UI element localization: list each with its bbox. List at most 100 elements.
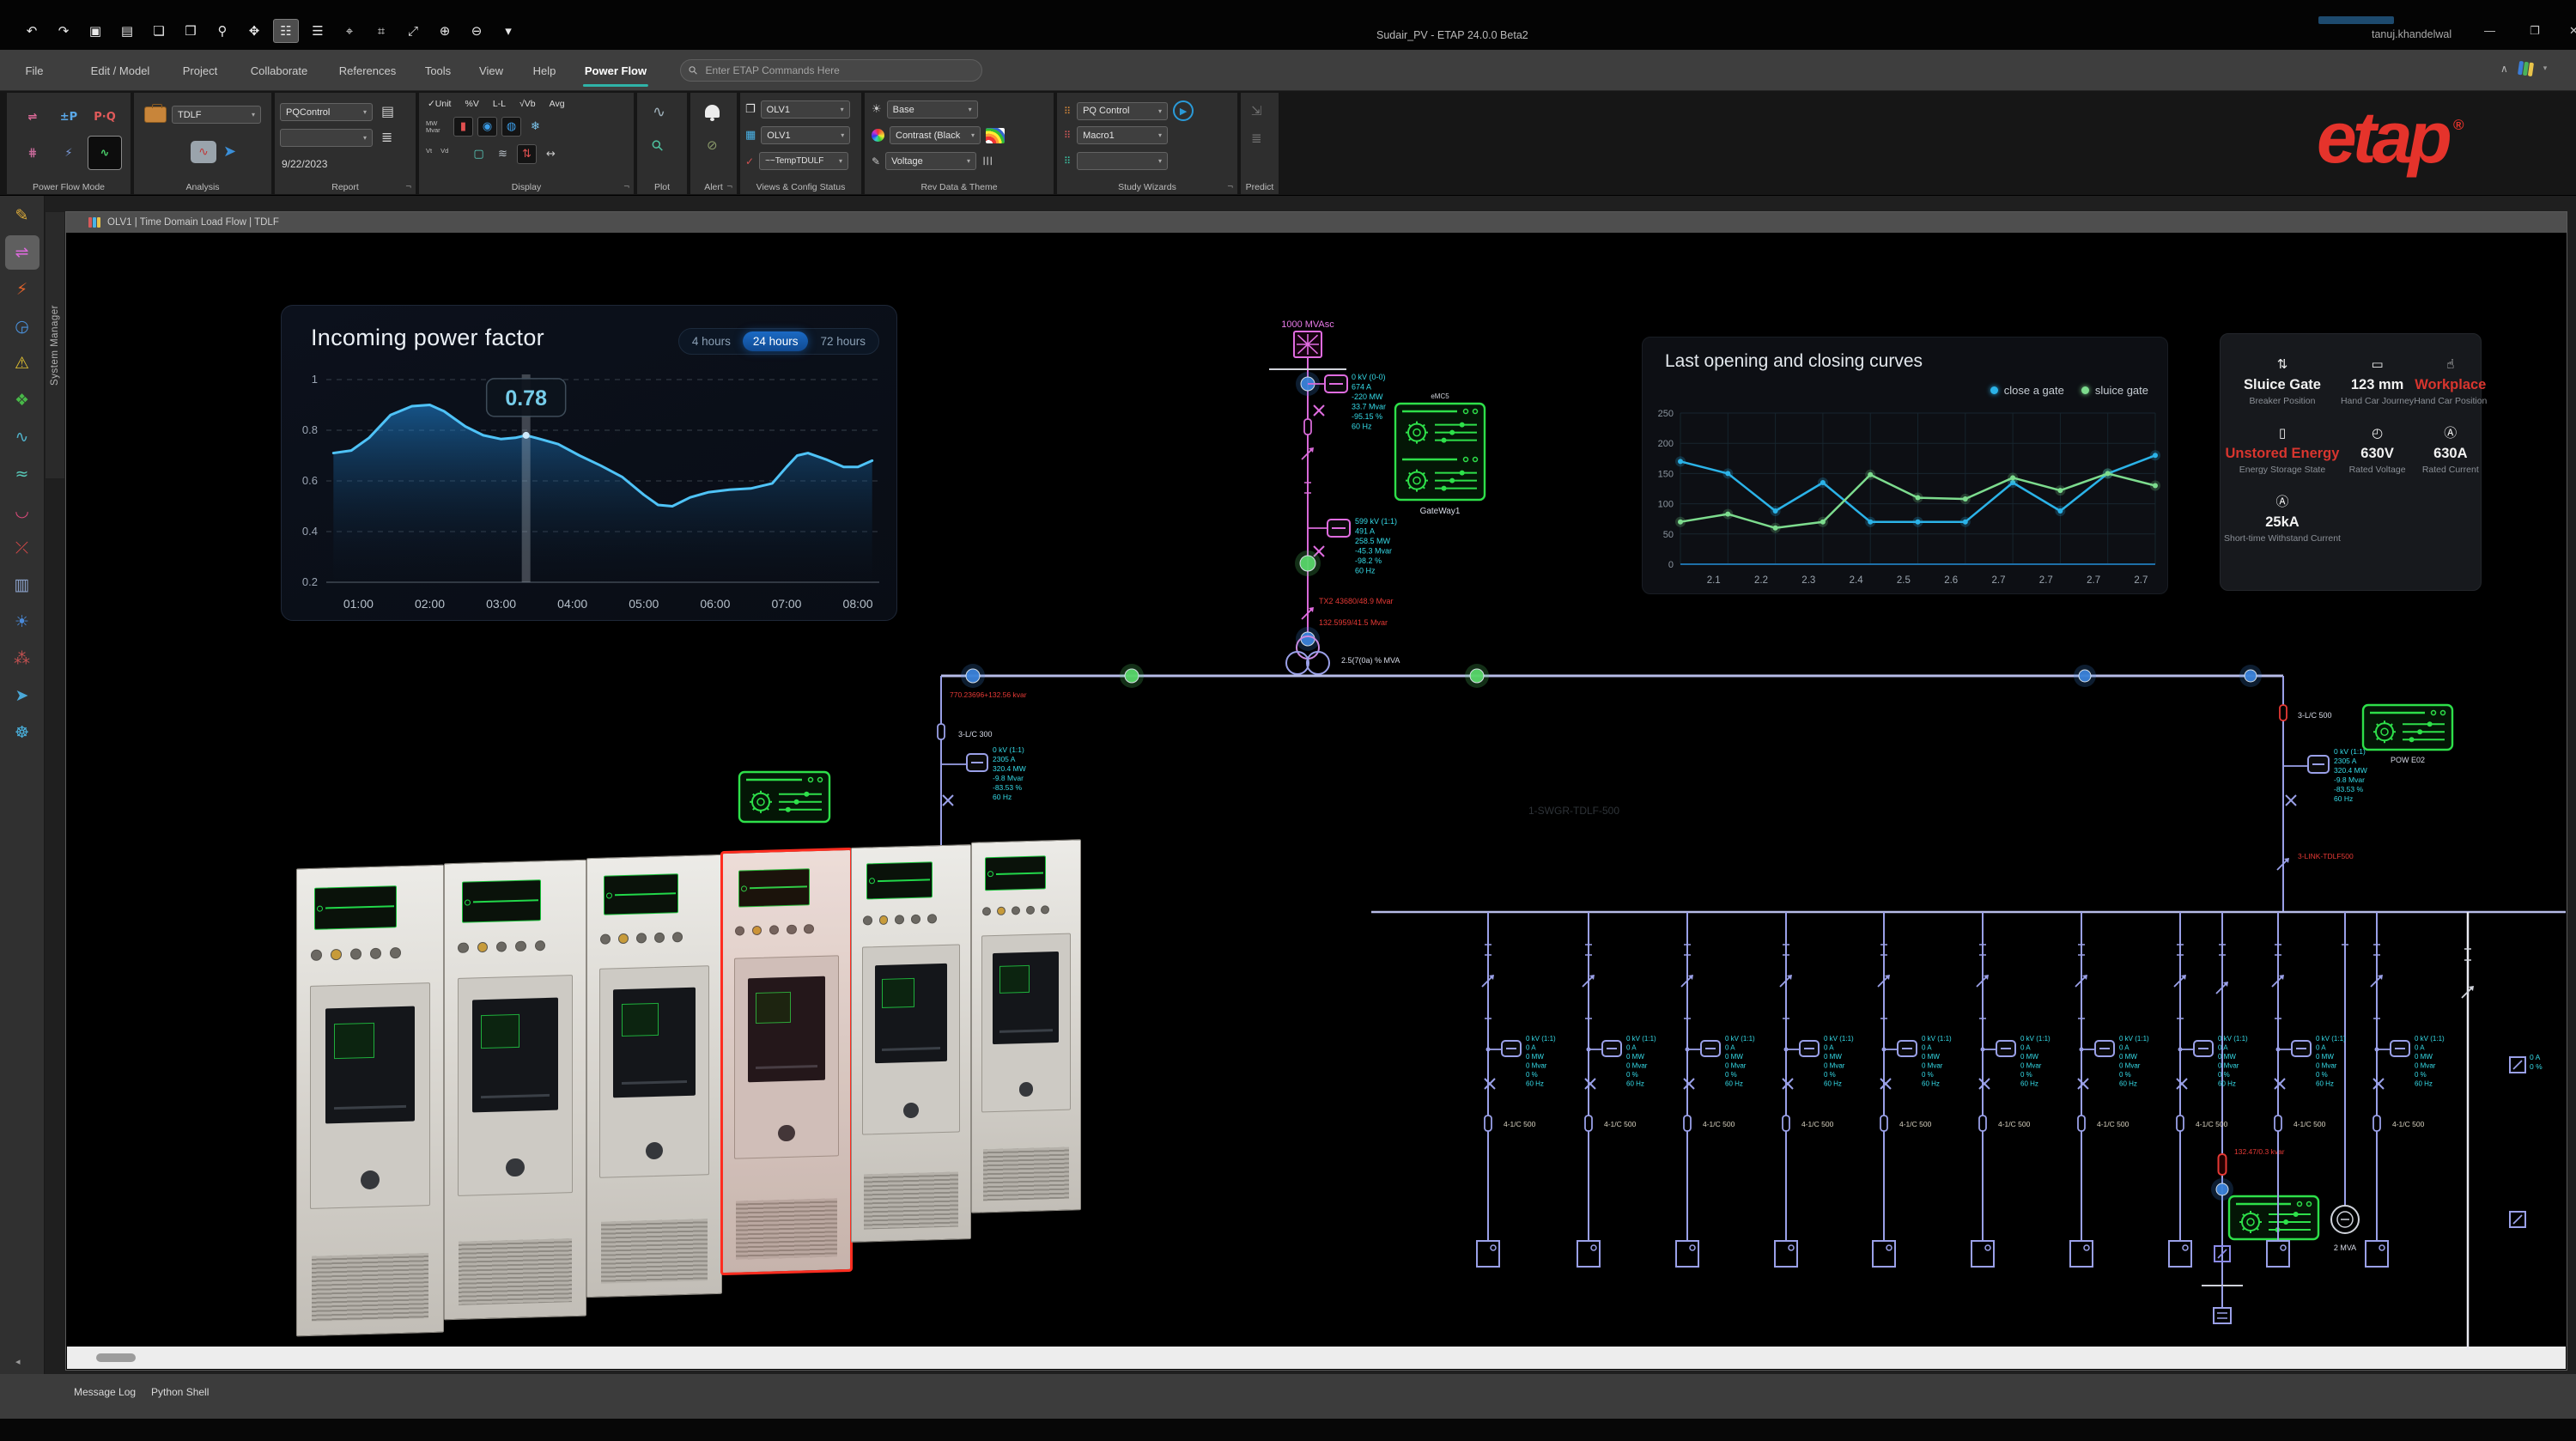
trace-icon[interactable]: ⌖ xyxy=(337,19,362,43)
time-domain-load-flow-icon[interactable]: ∿ xyxy=(88,136,122,170)
menu-tools[interactable]: Tools xyxy=(420,50,456,91)
menu-project[interactable]: Project xyxy=(178,50,222,91)
sidebar-item-arc-flash[interactable]: ◶ xyxy=(5,309,39,344)
grid-display-icon[interactable]: ❄ xyxy=(526,117,545,137)
report-alt-dropdown[interactable]: ▾ xyxy=(280,129,373,147)
sidebar-item-reliability[interactable]: ⤫ xyxy=(5,531,39,565)
unbalanced-load-flow-icon[interactable]: ±P xyxy=(52,100,86,134)
power-flow-display-icon[interactable]: ◉ xyxy=(477,117,497,137)
window-display-icon[interactable]: ▢ xyxy=(469,144,489,164)
wizard3-dropdown[interactable]: ▾ xyxy=(1077,152,1168,170)
sidebar-item-emobility[interactable]: ➤ xyxy=(5,678,39,713)
predict-trend-icon[interactable]: ⇲ xyxy=(1251,103,1262,119)
arrows-display-icon[interactable]: ⇅ xyxy=(517,144,537,164)
pan-icon[interactable]: ✥ xyxy=(241,19,267,43)
mode-dropdown[interactable]: Voltage▾ xyxy=(885,152,976,170)
plot-zoom-icon[interactable]: ⚲ xyxy=(648,137,668,156)
predict-list-icon[interactable]: ≣ xyxy=(1251,131,1262,146)
status-tab-message-log[interactable]: Message Log xyxy=(74,1386,136,1398)
display-toggle-3[interactable]: √Vb xyxy=(519,99,536,109)
collapse-ribbon-icon[interactable]: ∧ xyxy=(2500,63,2508,75)
sidebar-item-contingency[interactable]: ❖ xyxy=(5,383,39,417)
status-tab-python-shell[interactable]: Python Shell xyxy=(151,1386,209,1398)
sidebar-item-harmonics[interactable]: ⚠ xyxy=(5,346,39,380)
more-icon[interactable]: ▾ xyxy=(495,19,521,43)
menu-references[interactable]: References xyxy=(334,50,401,91)
command-input[interactable] xyxy=(704,64,953,77)
config-dropdown[interactable]: OLV1▾ xyxy=(761,126,850,144)
close-button[interactable]: ✕ xyxy=(2569,24,2576,38)
base-rev-dropdown[interactable]: Base▾ xyxy=(887,100,978,119)
menu-collaborate[interactable]: Collaborate xyxy=(246,50,313,91)
abc-sequence-icon[interactable]: ⋕ xyxy=(15,136,50,170)
help-fan-icon[interactable] xyxy=(2518,61,2534,76)
sidebar-item-network-study[interactable]: ⁂ xyxy=(5,641,39,676)
transfer-icon[interactable]: ➤ xyxy=(223,143,236,161)
menu-file[interactable]: File xyxy=(21,50,49,91)
rainbow-icon[interactable] xyxy=(986,128,1005,143)
ripple-display-icon[interactable]: ≋ xyxy=(493,144,513,164)
horizontal-scrollbar[interactable] xyxy=(67,1347,2566,1369)
sidebar-item-renewables[interactable]: ☀ xyxy=(5,605,39,639)
canvas-tab[interactable]: OLV1 | Time Domain Load Flow | TDLF xyxy=(66,212,2567,233)
alert-bell-icon[interactable] xyxy=(705,105,720,118)
sidebar-item-stability[interactable]: ≈ xyxy=(5,457,39,491)
calculator-icon[interactable]: ⌗ xyxy=(368,19,394,43)
undo-icon[interactable]: ↶ xyxy=(19,19,45,43)
alert-mute-icon[interactable]: ⊘ xyxy=(707,137,718,153)
sidebar-item-load-flow[interactable]: ⇌ xyxy=(5,235,39,270)
range-tab-24-hours[interactable]: 24 hours xyxy=(743,331,809,351)
display-toggle-2[interactable]: L-L xyxy=(493,99,506,109)
flow-direction-icon[interactable]: ◍ xyxy=(501,117,521,137)
report-save-icon[interactable]: ▤ xyxy=(381,103,394,119)
report-format-dropdown[interactable]: PQControl▾ xyxy=(280,103,373,121)
command-box[interactable]: ⚲ xyxy=(680,59,982,82)
run-analysis-icon[interactable]: ∿ xyxy=(191,141,216,163)
new-document-icon[interactable]: ❏ xyxy=(146,19,172,43)
bars-icon[interactable]: ☰ xyxy=(980,156,993,167)
balanced-load-flow-icon[interactable]: ⇌ xyxy=(15,100,50,134)
plot-curves-icon[interactable]: ∿ xyxy=(653,103,665,121)
revision-dropdown[interactable]: ~~TempTDULF▾ xyxy=(759,152,848,170)
menu-power-flow[interactable]: Power Flow xyxy=(580,50,652,91)
wizard2-dropdown[interactable]: Macro1▾ xyxy=(1077,126,1168,144)
range-tab-4-hours[interactable]: 4 hours xyxy=(682,331,741,351)
display-toggle-1[interactable]: %V xyxy=(465,99,478,109)
wizard1-dropdown[interactable]: PQ Control▾ xyxy=(1077,102,1168,120)
find-icon[interactable]: ⚲ xyxy=(210,19,235,43)
redo-icon[interactable]: ↷ xyxy=(51,19,76,43)
sidebar-collapse-icon[interactable]: ◂ xyxy=(15,1356,21,1367)
menu-edit-model[interactable]: Edit / Model xyxy=(86,50,155,91)
time-series-icon[interactable]: ⚡ xyxy=(52,136,86,170)
theme-dropdown[interactable]: Contrast (Black▾ xyxy=(890,126,981,144)
voltage-drop-icon[interactable]: P·Q xyxy=(88,100,122,134)
one-line-diagram-icon[interactable]: ☷ xyxy=(273,19,299,43)
range-tab-72-hours[interactable]: 72 hours xyxy=(810,331,876,351)
menu-help[interactable]: Help xyxy=(528,50,562,91)
report-pages-icon[interactable]: ≣ xyxy=(381,129,392,145)
menu-view[interactable]: View xyxy=(474,50,508,91)
run-wizard-icon[interactable]: ▶ xyxy=(1173,100,1194,121)
display-toggle-4[interactable]: Avg xyxy=(550,99,565,109)
print-icon[interactable]: ▤ xyxy=(114,19,140,43)
voltage-alert-icon[interactable]: ▮ xyxy=(453,117,473,137)
study-case-icon[interactable] xyxy=(144,106,167,123)
scrollbar-thumb[interactable] xyxy=(96,1353,136,1362)
grid-rows-icon[interactable]: ☰ xyxy=(305,19,331,43)
fit-to-screen-icon[interactable]: ⤢ xyxy=(400,19,426,43)
save-icon[interactable]: ▣ xyxy=(82,19,108,43)
chevron-down-icon[interactable]: ▾ xyxy=(2543,64,2548,73)
open-folder-icon[interactable]: ❒ xyxy=(178,19,204,43)
sidebar-item-optimal-pf[interactable]: ◡ xyxy=(5,494,39,528)
sidebar-item-short-circuit[interactable]: ⚡ xyxy=(5,272,39,307)
sidebar-item-transient[interactable]: ∿ xyxy=(5,420,39,454)
width-display-icon[interactable]: ↔ xyxy=(541,144,561,164)
system-manager-tab[interactable]: System Manager xyxy=(45,211,65,479)
sidebar-item-edit[interactable]: ✎ xyxy=(5,198,39,233)
display-toggle-0[interactable]: ✓Unit xyxy=(428,99,451,109)
zoom-out-icon[interactable]: ⊖ xyxy=(464,19,489,43)
presentation-dropdown[interactable]: OLV1▾ xyxy=(761,100,850,119)
sidebar-item-motor-starting[interactable]: ▥ xyxy=(5,568,39,602)
sidebar-item-dashboard[interactable]: ☸ xyxy=(5,715,39,750)
restore-button[interactable]: ❐ xyxy=(2530,24,2540,38)
